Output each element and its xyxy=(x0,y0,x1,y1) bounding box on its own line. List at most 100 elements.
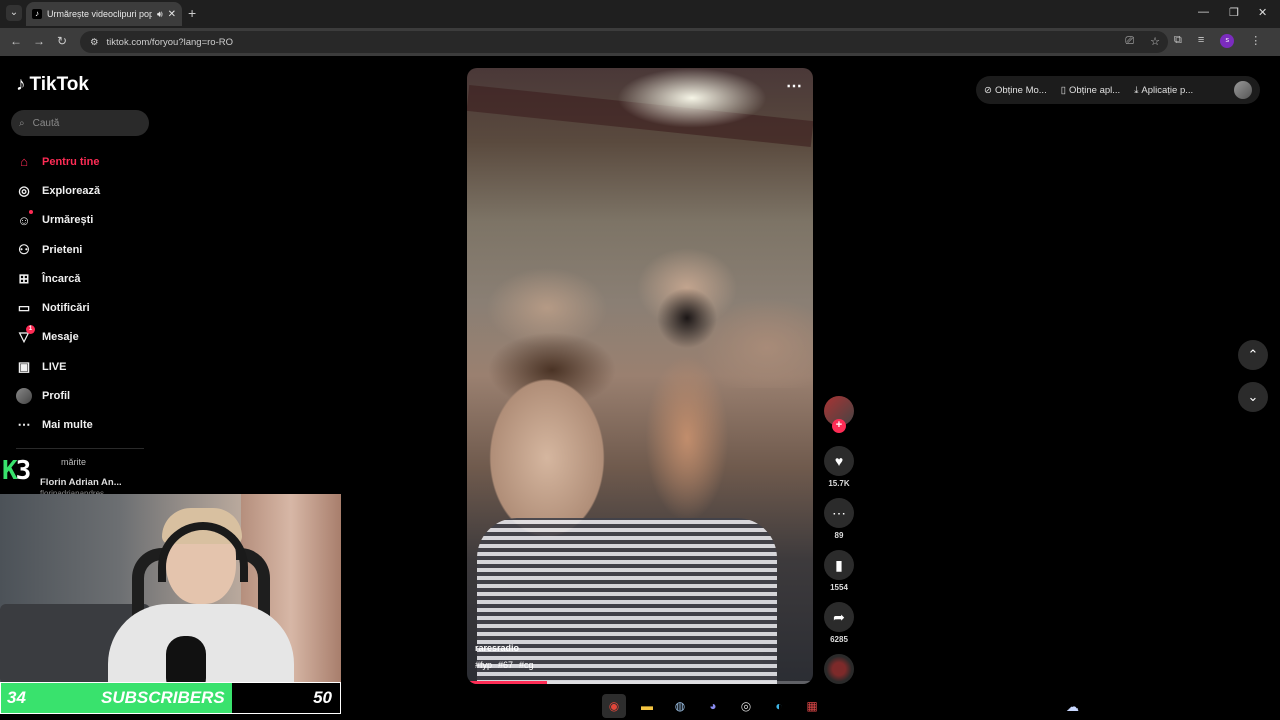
sidebar-item-label: Notificări xyxy=(42,302,90,315)
search-input[interactable]: ⌕ Caută xyxy=(11,110,149,136)
sidebar-item-notifications[interactable]: ▭ Notificări xyxy=(16,293,156,322)
browser-tab-bar: ⌄ ♪ Urmărește videoclipuri pop 🔊︎ ✕ + — … xyxy=(0,0,1280,28)
site-info-icon[interactable]: ⚙ xyxy=(90,37,99,48)
reload-icon[interactable]: ↻ xyxy=(57,34,67,48)
sidebar-item-label: Urmărești xyxy=(42,214,94,227)
cast-icon[interactable]: ⎚ xyxy=(1125,35,1134,48)
sidebar-item-label: Încarcă xyxy=(42,272,81,285)
coin-icon: ⊘ xyxy=(984,84,992,96)
hashtag[interactable]: #67 xyxy=(498,660,513,670)
video-frame-light xyxy=(617,68,767,128)
tiktok-logo-text: TikTok xyxy=(29,74,89,95)
like-heart-icon[interactable]: ♥ xyxy=(824,446,854,476)
get-app-button[interactable]: ▯ Obține apl... xyxy=(1061,85,1120,96)
sidebar-item-for-you[interactable]: ⌂ Pentru tine xyxy=(16,147,156,176)
bookmark-star-icon[interactable]: ☆ xyxy=(1150,35,1160,48)
file-explorer-icon[interactable]: ▬ xyxy=(635,694,659,718)
pill-label: Aplicație p... xyxy=(1141,84,1194,96)
k3-overlay-logo: K3 xyxy=(2,456,32,486)
browser-toolbar: ← → ↻ ⚙ tiktok.com/foryou?lang=ro-RO ⎚ ☆… xyxy=(0,28,1280,56)
new-tab-button[interactable]: + xyxy=(188,5,196,21)
chrome-taskbar-icon[interactable]: ◉ xyxy=(602,694,626,718)
logo-3: 3 xyxy=(15,456,32,486)
minimize-icon[interactable]: — xyxy=(1198,6,1209,18)
sidebar-menu: ⌂ Pentru tine ◎ Explorează ☺ Urmărești ⚇… xyxy=(16,147,156,440)
edge-icon[interactable]: ◐ xyxy=(767,694,791,718)
tab-close-icon[interactable]: ✕ xyxy=(168,9,176,20)
sidebar-item-more[interactable]: ⋯ Mai multe xyxy=(16,411,156,440)
friends-icon: ⚇ xyxy=(18,241,30,257)
previous-video-chevron-up-icon[interactable]: ⌃ xyxy=(1238,340,1268,370)
following-user-name[interactable]: Florin Adrian An... xyxy=(40,477,122,488)
sidebar-item-explore[interactable]: ◎ Explorează xyxy=(16,176,156,205)
comment-icon[interactable]: ⋯ xyxy=(824,498,854,528)
sidebar-item-label: Pentru tine xyxy=(42,155,100,168)
sidebar-item-label: Mesaje xyxy=(42,331,79,344)
video-author[interactable]: raresradio xyxy=(475,643,519,653)
logo-k: K xyxy=(2,456,18,486)
sidebar-item-friends[interactable]: ⚇ Prieteni xyxy=(16,235,156,264)
bookmark-icon[interactable]: ▮ xyxy=(824,550,854,580)
save-count: 1554 xyxy=(830,583,848,592)
desktop-app-button[interactable]: ⤓ Aplicație p... xyxy=(1134,85,1193,96)
save-action: ▮ 1554 xyxy=(824,550,854,592)
discord-icon[interactable]: ◕ xyxy=(701,694,725,718)
phone-icon: ▯ xyxy=(1060,84,1066,96)
share-action: ➦ 6285 xyxy=(824,602,854,644)
sidebar-item-messages[interactable]: ▽ 1 Mesaje xyxy=(16,323,156,352)
chrome-menu-icon[interactable]: ⋮ xyxy=(1250,34,1261,48)
user-avatar[interactable] xyxy=(1234,81,1252,99)
follow-plus-icon[interactable]: + xyxy=(832,419,846,433)
browser-tab[interactable]: ♪ Urmărește videoclipuri pop 🔊︎ ✕ xyxy=(26,2,182,26)
app-taskbar-icon[interactable]: ▦ xyxy=(800,694,824,718)
comment-action: ⋯ 89 xyxy=(824,498,854,540)
video-progress-fill xyxy=(467,681,547,684)
video-more-options-icon[interactable]: ⋯ xyxy=(786,76,803,96)
subs-goal: 50 xyxy=(313,688,332,707)
media-control-icon[interactable]: ≡ xyxy=(1198,34,1204,48)
subs-label: SUBSCRIBERS xyxy=(101,688,225,707)
video-player[interactable]: ⋯ raresradio #fyp #67 #cg xyxy=(467,68,813,684)
like-action: ♥ 15.7K xyxy=(824,446,854,488)
new-dot xyxy=(29,210,33,215)
forward-icon[interactable]: → xyxy=(33,34,45,48)
profile-avatar-button[interactable]: s xyxy=(1220,34,1235,48)
tab-title: Urmărește videoclipuri pop xyxy=(47,9,152,19)
sidebar-item-label: Mai multe xyxy=(42,419,93,432)
music-disc-icon[interactable] xyxy=(824,654,854,684)
sidebar-item-profile[interactable]: Profil xyxy=(16,381,156,410)
following-icon: ☺ xyxy=(16,210,33,228)
speaker-icon[interactable]: 🔊︎ xyxy=(157,9,163,20)
tab-search-button[interactable]: ⌄ xyxy=(6,5,22,21)
hashtag[interactable]: #cg xyxy=(519,660,534,670)
next-video-chevron-down-icon[interactable]: ⌄ xyxy=(1238,382,1268,412)
restore-icon[interactable]: ❐ xyxy=(1229,6,1239,19)
sidebar-item-following[interactable]: ☺ Urmărești xyxy=(16,206,156,235)
onedrive-cloud-icon[interactable]: ☁ xyxy=(1066,699,1079,715)
share-arrow-icon[interactable]: ➦ xyxy=(824,602,854,632)
window-close-icon[interactable]: ✕ xyxy=(1258,6,1267,19)
subs-current: 34 xyxy=(7,688,26,707)
sidebar-item-label: Explorează xyxy=(42,184,101,197)
tiktok-favicon-icon: ♪ xyxy=(32,9,42,19)
notifications-icon: ▭ xyxy=(17,300,31,316)
obs-icon[interactable]: ◎ xyxy=(734,694,758,718)
messages-badge: 1 xyxy=(26,325,35,335)
tiktok-logo[interactable]: ♪ TikTok xyxy=(16,74,89,96)
steam-icon[interactable]: ◍ xyxy=(668,694,692,718)
sidebar-divider xyxy=(16,448,144,449)
top-right-bar: ⊘ Obține Mo... ▯ Obține apl... ⤓ Aplicație … xyxy=(976,76,1260,104)
hashtag[interactable]: #fyp xyxy=(475,660,492,670)
comment-count: 89 xyxy=(834,531,844,540)
sidebar-item-upload[interactable]: ⊞ Încarcă xyxy=(16,264,156,293)
back-icon[interactable]: ← xyxy=(10,34,22,48)
messages-icon: ▽ 1 xyxy=(16,325,35,345)
address-bar[interactable]: ⚙ tiktok.com/foryou?lang=ro-RO ⎚ ☆ xyxy=(80,31,1168,53)
tiktok-note-icon: ♪ xyxy=(16,74,26,95)
extensions-icon[interactable]: ⧉ xyxy=(1174,34,1182,48)
get-coins-button[interactable]: ⊘ Obține Mo... xyxy=(984,85,1047,96)
url-text: tiktok.com/foryou?lang=ro-RO xyxy=(106,36,233,48)
upload-icon: ⊞ xyxy=(18,270,30,286)
sidebar-item-live[interactable]: ▣ LIVE xyxy=(16,352,156,381)
video-progress-bar[interactable] xyxy=(467,681,813,684)
